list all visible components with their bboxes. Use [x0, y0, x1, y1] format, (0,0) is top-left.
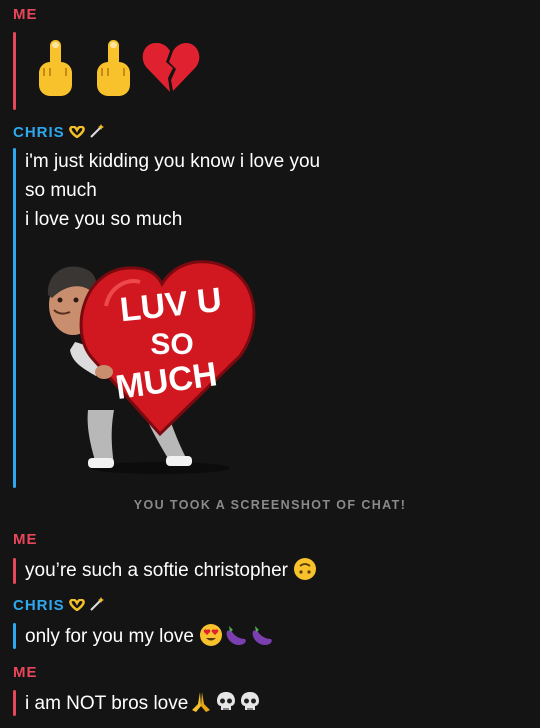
- eggplant-emoji-icon: [252, 626, 272, 645]
- upside-down-face-emoji-icon: [294, 558, 317, 580]
- sender-label-me: ME: [13, 664, 38, 681]
- skull-emoji-icon: [241, 692, 260, 710]
- message-text: only for you my love: [25, 622, 275, 651]
- message-text: i'm just kidding you know i love you: [25, 151, 321, 172]
- message-text: you’re such a softie christopher: [25, 556, 317, 585]
- middle-finger-emoji-icon: [97, 40, 130, 96]
- message-bar-chris: [13, 148, 16, 488]
- message-bar-me: [13, 690, 16, 716]
- message-bar-me: [13, 32, 16, 110]
- sender-label-me: ME: [13, 531, 38, 548]
- message-bar-me: [13, 558, 16, 584]
- sticker-text-line2: SO: [150, 328, 193, 361]
- heart-eyes-emoji-icon: [200, 624, 223, 646]
- message-bar-chris: [13, 623, 16, 649]
- sender-label-me: ME: [13, 6, 38, 23]
- eggplant-emoji-icon: [226, 626, 246, 645]
- bitmoji-sticker: LUV U SO MUCH: [47, 260, 256, 474]
- sender-label-chris: CHRIS: [13, 124, 105, 142]
- message-text: so much: [25, 180, 97, 201]
- sender-label-chris: CHRIS: [13, 597, 105, 615]
- magic-wand-emoji-icon: [89, 597, 105, 615]
- message-text: i am NOT bros love: [25, 689, 262, 718]
- magic-wand-emoji-icon: [89, 124, 105, 142]
- broken-heart-emoji-icon: [142, 42, 200, 92]
- message-text: i love you so much: [25, 209, 183, 230]
- folded-hands-emoji-icon: [192, 692, 211, 712]
- middle-finger-emoji-icon: [39, 40, 72, 96]
- heart-hands-emoji-icon: [68, 125, 86, 142]
- skull-emoji-icon: [217, 692, 236, 710]
- heart-hands-emoji-icon: [68, 598, 86, 615]
- screenshot-notice: YOU TOOK A SCREENSHOT OF CHAT!: [133, 498, 407, 512]
